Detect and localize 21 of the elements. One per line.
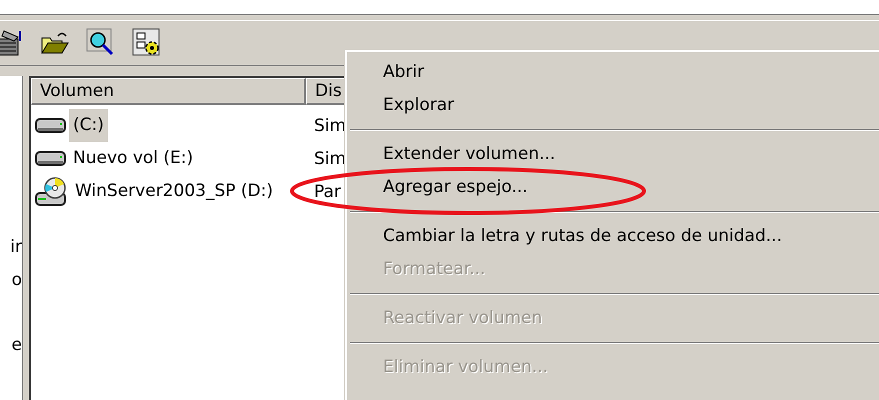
- hard-drive-icon: [35, 116, 67, 134]
- settings-icon[interactable]: [132, 28, 162, 58]
- properties-icon[interactable]: [0, 28, 24, 58]
- tree-item[interactable]: o: [12, 264, 22, 297]
- menu-item[interactable]: Explorar: [347, 89, 879, 122]
- volume-name[interactable]: WinServer2003_SP (D:): [71, 175, 277, 208]
- table-cell-text: Sim: [313, 116, 346, 136]
- volume-name[interactable]: (C:): [69, 109, 108, 142]
- table-cell-text: Par: [313, 182, 341, 202]
- menu-item[interactable]: Abrir: [347, 56, 879, 89]
- menu-item[interactable]: Cambiar la letra y rutas de acceso de unidad...: [347, 220, 879, 253]
- hard-drive-icon: [35, 150, 67, 168]
- menu-item[interactable]: Extender volumen...: [347, 138, 879, 171]
- menu-item[interactable]: Agregar espejo...: [347, 171, 879, 204]
- cd-drive-icon: [35, 176, 69, 206]
- volume-name[interactable]: Nuevo vol (E:): [69, 142, 198, 175]
- search-icon[interactable]: [86, 28, 116, 58]
- tree-item[interactable]: e: [12, 329, 22, 362]
- column-header[interactable]: Volumen: [31, 78, 306, 105]
- tree-item[interactable]: ir: [10, 231, 22, 264]
- table-cell-text: Sim: [313, 148, 346, 168]
